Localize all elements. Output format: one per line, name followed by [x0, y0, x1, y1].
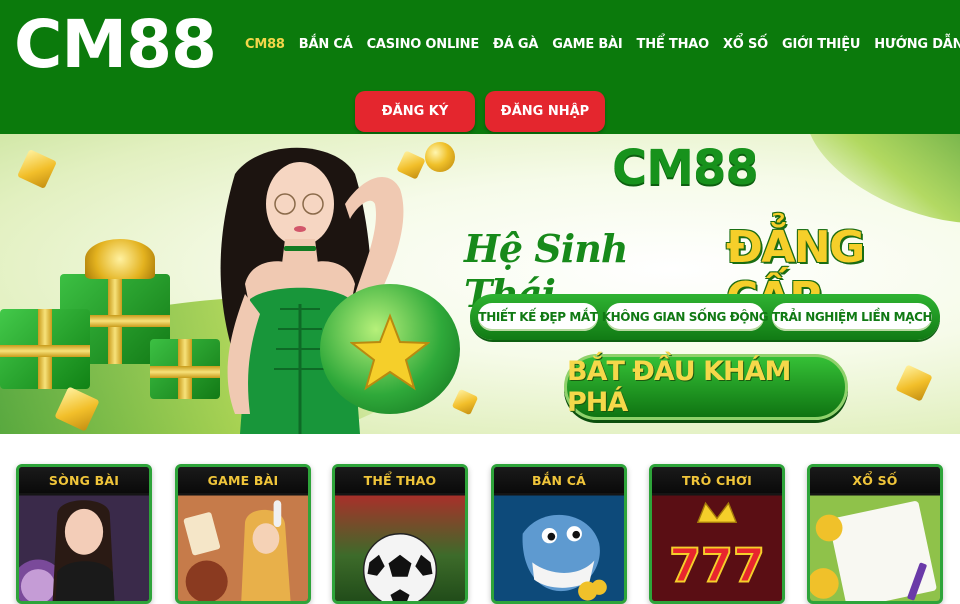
- gold-cube-icon: [895, 364, 933, 402]
- gold-cube-icon: [17, 149, 57, 189]
- gold-star-icon: [350, 313, 430, 391]
- nav-item-xo-so[interactable]: XỔ SỐ: [723, 36, 768, 54]
- nav-item-ban-ca[interactable]: BẮN CÁ: [299, 36, 353, 54]
- game-card-game-bai[interactable]: GAME BÀI: [175, 464, 311, 604]
- nav-item-huong-dan-label: HƯỚNG DẪN: [874, 37, 960, 52]
- feature-pill: THIẾT KẾ ĐẸP MẮT: [478, 303, 598, 331]
- game-card-title: GAME BÀI: [178, 467, 308, 493]
- nav-item-game-bai[interactable]: GAME BÀI: [552, 36, 622, 54]
- game-card-song-bai[interactable]: SÒNG BÀI: [16, 464, 152, 604]
- game-card-the-thao[interactable]: THỂ THAO: [332, 464, 468, 604]
- game-card-title: SÒNG BÀI: [19, 467, 149, 493]
- card-game-illustration: [178, 495, 308, 601]
- game-category-list: SÒNG BÀI GAME BÀI THỂ THAO BẮN CÁ TRÒ CH…: [0, 434, 960, 604]
- gift-box-icon: [0, 309, 90, 389]
- nav-item-da-ga[interactable]: ĐÁ GÀ: [493, 36, 538, 54]
- main-nav: CM88 BẮN CÁ CASINO ONLINE ĐÁ GÀ GAME BÀI…: [245, 36, 960, 54]
- game-card-ban-ca[interactable]: BẮN CÁ: [491, 464, 627, 604]
- slots-777-illustration: 777: [652, 495, 782, 601]
- gold-cube-icon: [451, 388, 479, 416]
- game-card-title: BẮN CÁ: [494, 467, 624, 493]
- game-card-title: THỂ THAO: [335, 467, 465, 493]
- explore-cta-button[interactable]: BẮT ĐẦU KHÁM PHÁ: [564, 354, 848, 420]
- gift-bow-icon: [85, 239, 155, 279]
- nav-item-the-thao[interactable]: THỂ THAO: [637, 36, 710, 54]
- banner-logo: CM88: [612, 140, 759, 196]
- feature-pill: KHÔNG GIAN SỐNG ĐỘNG: [602, 303, 769, 331]
- feature-pill-bar: THIẾT KẾ ĐẸP MẮT KHÔNG GIAN SỐNG ĐỘNG TR…: [470, 294, 940, 340]
- game-card-tro-choi[interactable]: TRÒ CHƠI 777: [649, 464, 785, 604]
- lottery-ticket-illustration: [810, 495, 940, 601]
- login-button[interactable]: ĐĂNG NHẬP: [485, 91, 605, 132]
- soccer-ball-illustration: [335, 495, 465, 601]
- game-card-title: TRÒ CHƠI: [652, 467, 782, 493]
- nav-item-casino-online[interactable]: CASINO ONLINE: [367, 36, 480, 54]
- nav-item-cm88[interactable]: CM88: [245, 36, 285, 54]
- hero-banner[interactable]: CM88 Hệ Sinh Thái ĐẲNG CẤP THIẾT KẾ ĐẸP …: [0, 134, 960, 434]
- shark-illustration: [494, 495, 624, 601]
- svg-text:777: 777: [669, 539, 765, 593]
- casino-dealer-illustration: [19, 495, 149, 601]
- register-button[interactable]: ĐĂNG KÝ: [355, 91, 475, 132]
- nav-item-huong-dan[interactable]: HƯỚNG DẪN: [874, 36, 960, 54]
- nav-item-gioi-thieu[interactable]: GIỚI THIỆU: [782, 36, 860, 54]
- game-card-title: XỔ SỐ: [810, 467, 940, 493]
- site-logo[interactable]: CM88: [14, 10, 217, 80]
- site-header: CM88 CM88 BẮN CÁ CASINO ONLINE ĐÁ GÀ GAM…: [0, 0, 960, 134]
- game-card-xo-so[interactable]: XỔ SỐ: [807, 464, 943, 604]
- feature-pill: TRẢI NGHIỆM LIỀN MẠCH: [772, 303, 933, 331]
